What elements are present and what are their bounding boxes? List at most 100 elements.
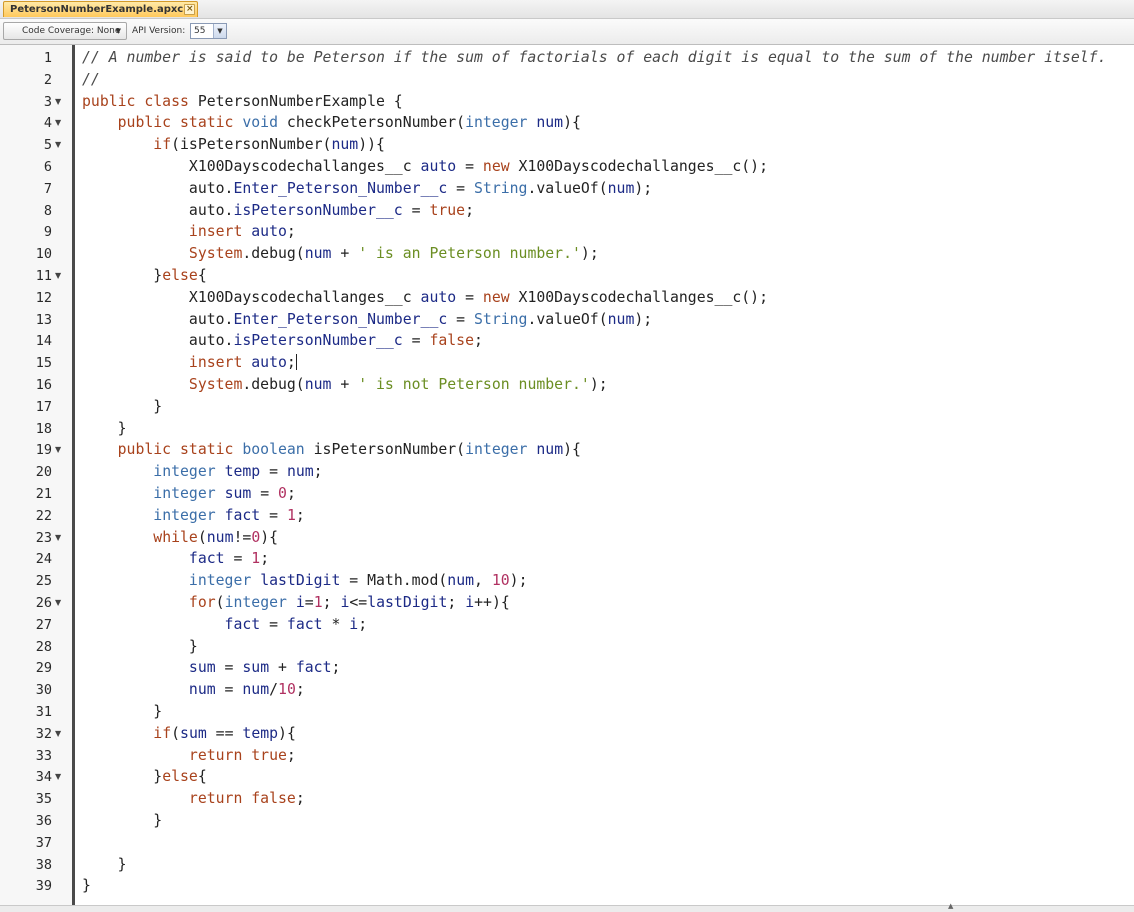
code-text[interactable]: sum = sum + fact; [82, 657, 341, 679]
api-version-select[interactable]: 55 ▼ [190, 23, 227, 39]
code-text[interactable]: integer fact = 1; [82, 505, 305, 527]
code-text[interactable]: }else{ [82, 265, 206, 287]
code-line[interactable]: 22 integer fact = 1; [0, 505, 1134, 527]
code-text[interactable]: if(isPetersonNumber(num)){ [82, 134, 385, 156]
code-line[interactable]: 39} [0, 875, 1134, 897]
code-text[interactable]: public static void checkPetersonNumber(i… [82, 112, 581, 134]
fold-toggle-icon[interactable]: ▼ [55, 723, 61, 745]
code-line[interactable]: 24 fact = 1; [0, 548, 1134, 570]
code-text[interactable]: integer temp = num; [82, 461, 322, 483]
close-icon[interactable]: × [184, 4, 196, 15]
code-text[interactable]: X100Dayscodechallanges__c auto = new X10… [82, 287, 768, 309]
code-text[interactable]: } [82, 636, 198, 658]
code-line[interactable]: 8 auto.isPetersonNumber__c = true; [0, 200, 1134, 222]
code-editor[interactable]: 1 // A number is said to be Peterson if t… [0, 45, 1134, 905]
code-text[interactable]: return true; [82, 745, 296, 767]
code-line[interactable]: 16 System.debug(num + ' is not Peterson … [0, 374, 1134, 396]
code-line[interactable]: 14 auto.isPetersonNumber__c = false; [0, 330, 1134, 352]
code-line[interactable]: 34 ▼ }else{ [0, 766, 1134, 788]
code-text[interactable]: if(sum == temp){ [82, 723, 296, 745]
code-text[interactable]: } [82, 810, 162, 832]
resize-handle-icon[interactable]: ▲ [948, 902, 953, 910]
fold-toggle-icon[interactable]: ▼ [55, 592, 61, 614]
code-line[interactable]: 33 return true; [0, 745, 1134, 767]
code-token: = [456, 288, 483, 306]
code-line[interactable]: 7 auto.Enter_Peterson_Number__c = String… [0, 178, 1134, 200]
code-line[interactable]: 19 ▼ public static boolean isPetersonNumb… [0, 439, 1134, 461]
code-line[interactable]: 10 System.debug(num + ' is an Peterson n… [0, 243, 1134, 265]
code-text[interactable]: } [82, 418, 127, 440]
code-line[interactable]: 3 ▼ public class PetersonNumberExample { [0, 91, 1134, 113]
code-line[interactable]: 21 integer sum = 0; [0, 483, 1134, 505]
code-text[interactable]: X100Dayscodechallanges__c auto = new X10… [82, 156, 768, 178]
code-line[interactable]: 20 integer temp = num; [0, 461, 1134, 483]
code-text[interactable]: auto.Enter_Peterson_Number__c = String.v… [82, 309, 652, 331]
code-line[interactable]: 35 return false; [0, 788, 1134, 810]
code-line[interactable]: 2 // [0, 69, 1134, 91]
code-text[interactable]: auto.isPetersonNumber__c = false; [82, 330, 483, 352]
code-text[interactable]: insert auto; [82, 221, 296, 243]
code-line[interactable]: 12 X100Dayscodechallanges__c auto = new … [0, 287, 1134, 309]
code-text[interactable]: auto.isPetersonNumber__c = true; [82, 200, 474, 222]
fold-toggle-icon[interactable]: ▼ [55, 265, 61, 287]
code-coverage-dropdown[interactable]: Code Coverage: None ▼ [3, 22, 127, 40]
fold-toggle-icon[interactable]: ▼ [55, 527, 61, 549]
code-text[interactable]: integer lastDigit = Math.mod(num, 10); [82, 570, 528, 592]
code-line[interactable]: 9 insert auto; [0, 221, 1134, 243]
code-text[interactable]: for(integer i=1; i<=lastDigit; i++){ [82, 592, 510, 614]
code-line[interactable]: 28 } [0, 636, 1134, 658]
line-number: 6 [43, 159, 52, 175]
fold-toggle-icon[interactable]: ▼ [55, 134, 61, 156]
code-line[interactable]: 23 ▼ while(num!=0){ [0, 527, 1134, 549]
code-line[interactable]: 27 fact = fact * i; [0, 614, 1134, 636]
code-line[interactable]: 36 } [0, 810, 1134, 832]
code-text[interactable]: while(num!=0){ [82, 527, 278, 549]
code-line[interactable]: 25 integer lastDigit = Math.mod(num, 10)… [0, 570, 1134, 592]
code-line[interactable]: 4 ▼ public static void checkPetersonNumbe… [0, 112, 1134, 134]
fold-toggle-icon[interactable]: ▼ [55, 766, 61, 788]
code-text[interactable]: return false; [82, 788, 305, 810]
code-text[interactable]: } [82, 396, 162, 418]
code-text[interactable]: }else{ [82, 766, 206, 788]
code-line[interactable]: 37 [0, 832, 1134, 854]
code-text[interactable]: // [82, 69, 100, 91]
code-line[interactable]: 6 X100Dayscodechallanges__c auto = new X… [0, 156, 1134, 178]
code-text[interactable]: } [82, 875, 91, 897]
line-number: 32 [35, 725, 52, 742]
code-line[interactable]: 11 ▼ }else{ [0, 265, 1134, 287]
code-text[interactable]: } [82, 854, 127, 876]
code-text[interactable]: insert auto; [82, 352, 297, 374]
code-text[interactable]: System.debug(num + ' is an Peterson numb… [82, 243, 599, 265]
fold-toggle-icon[interactable]: ▼ [55, 91, 61, 113]
code-text[interactable]: // A number is said to be Peterson if th… [82, 47, 1106, 69]
code-text[interactable]: fact = 1; [82, 548, 269, 570]
line-number: 26 [35, 595, 52, 611]
code-line[interactable]: 18 } [0, 418, 1134, 440]
code-text[interactable]: } [82, 701, 162, 723]
code-text[interactable]: System.debug(num + ' is not Peterson num… [82, 374, 608, 396]
fold-toggle-icon[interactable]: ▼ [55, 112, 61, 134]
code-text[interactable]: num = num/10; [82, 679, 305, 701]
code-line[interactable]: 13 auto.Enter_Peterson_Number__c = Strin… [0, 309, 1134, 331]
code-text[interactable]: integer sum = 0; [82, 483, 296, 505]
code-line[interactable]: 1 // A number is said to be Peterson if t… [0, 47, 1134, 69]
code-token: ' is not Peterson number.' [358, 376, 590, 393]
code-line[interactable]: 26 ▼ for(integer i=1; i<=lastDigit; i++){ [0, 592, 1134, 614]
code-line[interactable]: 38 } [0, 854, 1134, 876]
code-token: auto. [188, 310, 234, 328]
code-line[interactable]: 15 insert auto; [0, 352, 1134, 374]
code-token: } [153, 397, 163, 415]
fold-toggle-icon[interactable]: ▼ [55, 439, 61, 461]
code-line[interactable]: 32 ▼ if(sum == temp){ [0, 723, 1134, 745]
code-text[interactable]: public class PetersonNumberExample { [82, 91, 403, 113]
code-text[interactable]: fact = fact * i; [82, 614, 368, 636]
code-line[interactable]: 5 ▼ if(isPetersonNumber(num)){ [0, 134, 1134, 156]
code-text[interactable]: public static boolean isPetersonNumber(i… [82, 439, 581, 461]
code-line[interactable]: 29 sum = sum + fact; [0, 657, 1134, 679]
code-line[interactable]: 17 } [0, 396, 1134, 418]
code-line[interactable]: 30 num = num/10; [0, 679, 1134, 701]
code-line[interactable]: 31 } [0, 701, 1134, 723]
chevron-down-icon[interactable]: ▼ [213, 24, 226, 38]
code-text[interactable]: auto.Enter_Peterson_Number__c = String.v… [82, 178, 652, 200]
tab-petersonnumberexample[interactable]: PetersonNumberExample.apxc × [3, 1, 199, 17]
